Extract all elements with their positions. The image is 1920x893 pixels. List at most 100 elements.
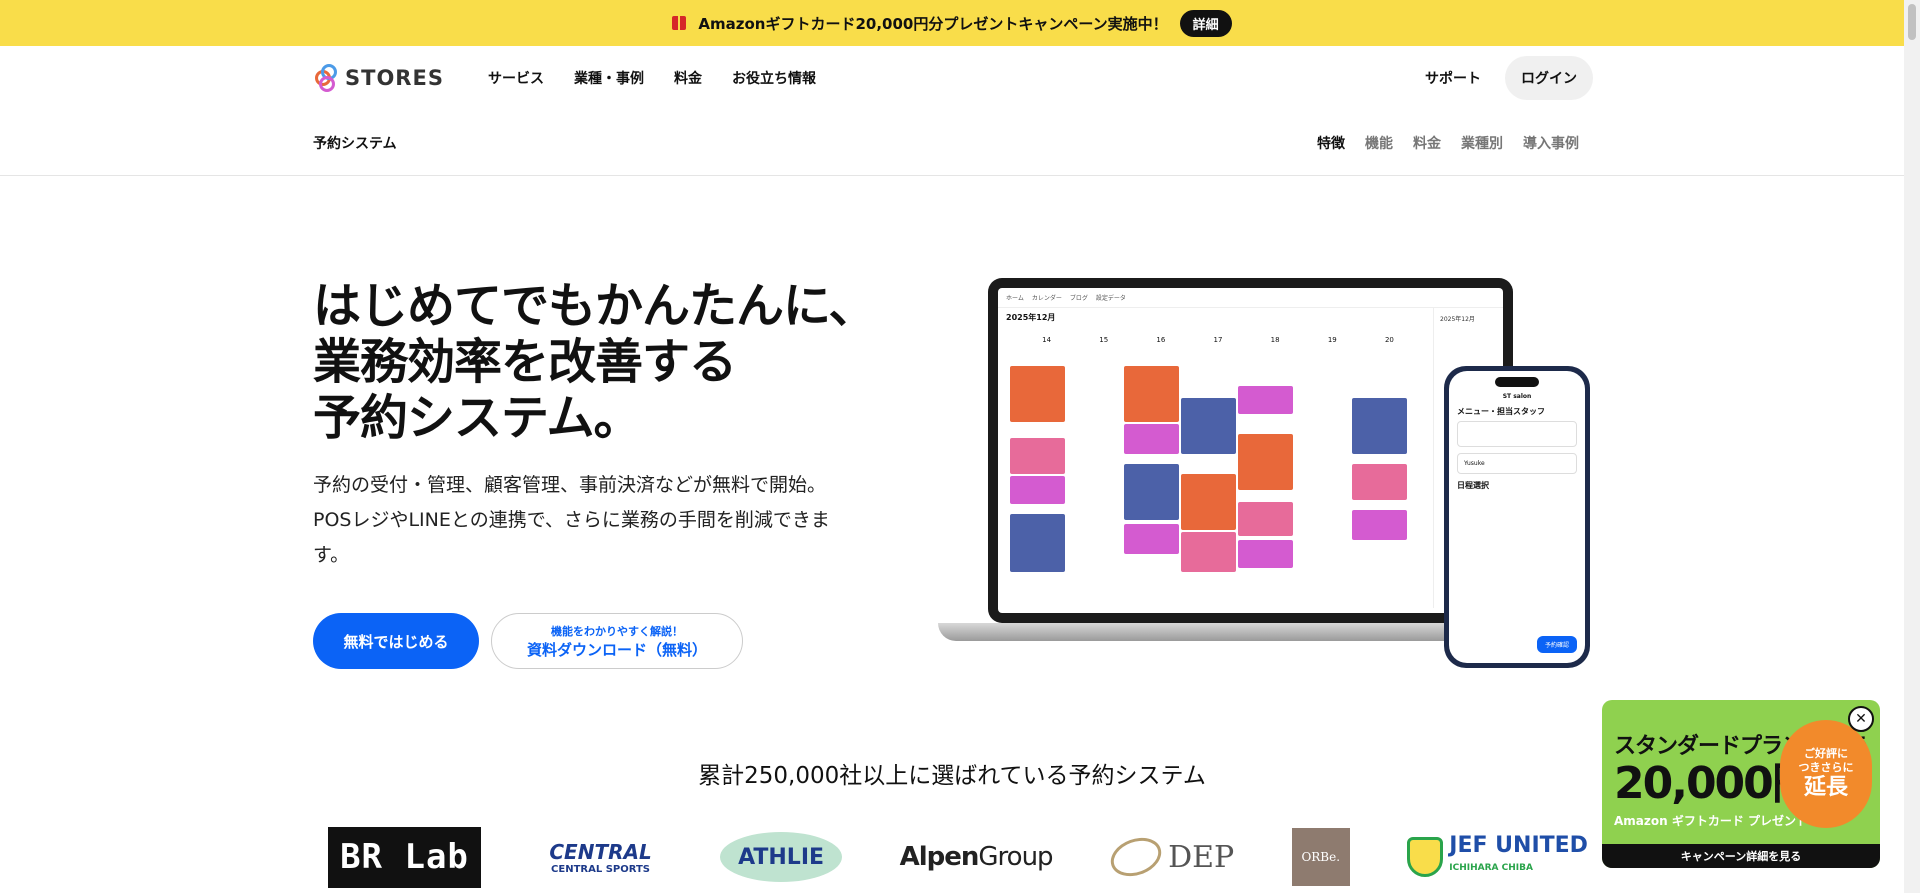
calendar-event — [1238, 540, 1293, 568]
stores-logo[interactable]: STORES — [313, 62, 488, 94]
logo-jef-text: JEF UNITED — [1449, 833, 1588, 858]
badge-top: ご好評に — [1804, 747, 1848, 760]
calendar-event — [1352, 398, 1407, 454]
dep-ring-icon — [1105, 831, 1167, 883]
laptop-mockup: ホーム カレンダー ブログ 設定データ 2025年12月 14 15 16 17… — [938, 278, 1518, 663]
app-tab: カレンダー — [1031, 295, 1062, 302]
subnav-features[interactable]: 特徴 — [1317, 133, 1345, 153]
stores-logo-icon — [313, 62, 339, 94]
campaign-details-link[interactable]: キャンペーン詳細を見る — [1602, 844, 1880, 868]
calendar-app: ホーム カレンダー ブログ 設定データ 2025年12月 14 15 16 17… — [998, 288, 1503, 613]
hero-title-line: はじめてでもかんたんに、 — [313, 278, 877, 334]
campaign-text: Amazonギフトカード20,000円分プレゼントキャンペーン実施中！ — [698, 14, 1168, 33]
calendar-event — [1352, 464, 1407, 500]
calendar-days: 14 15 16 17 18 19 20 — [1018, 336, 1418, 344]
phone-step1-title: メニュー・担当スタッフ — [1457, 407, 1545, 416]
header-divider — [0, 175, 1904, 176]
calendar-day: 18 — [1270, 336, 1280, 344]
subnav-functions[interactable]: 機能 — [1365, 133, 1393, 153]
calendar-day: 19 — [1327, 336, 1337, 344]
badge-mid: つきさらに — [1798, 761, 1854, 774]
logo-text: STORES — [345, 66, 444, 90]
calendar-day: 17 — [1213, 336, 1223, 344]
phone-screen: ST salon メニュー・担当スタッフ Yusuke 日程選択 予約確認 — [1449, 371, 1585, 663]
calendar-event — [1352, 510, 1407, 540]
download-docs-label: 資料ダウンロード（無料） — [526, 640, 707, 659]
logo-alpen-group: Alpen Group — [899, 842, 1054, 872]
login-button[interactable]: ログイン — [1505, 56, 1593, 100]
phone-mockup: ST salon メニュー・担当スタッフ Yusuke 日程選択 予約確認 — [1444, 366, 1590, 668]
campaign-detail-button[interactable]: 詳細 — [1179, 9, 1232, 37]
download-docs-button[interactable]: 機能をわかりやすく解説！ 資料ダウンロード（無料） — [491, 613, 743, 669]
nav-services[interactable]: サービス — [488, 68, 544, 88]
laptop-screen: ホーム カレンダー ブログ 設定データ 2025年12月 14 15 16 17… — [988, 278, 1513, 623]
hero-title: はじめてでもかんたんに、 業務効率を改善する 予約システム。 — [313, 278, 877, 446]
close-icon[interactable]: ✕ — [1848, 706, 1874, 732]
calendar-event — [1010, 514, 1065, 572]
phone-shop-name: ST salon — [1502, 393, 1532, 400]
nav-pricing[interactable]: 料金 — [674, 68, 702, 88]
phone-staff-card: Yusuke — [1457, 453, 1577, 474]
promo-extension-badge: ご好評に つきさらに 延長 — [1780, 720, 1872, 828]
hero-title-line: 予約システム。 — [313, 390, 642, 446]
logo-jef-united: JEF UNITED ICHIHARA CHIBA — [1407, 835, 1588, 879]
phone-step2-title: 日程選択 — [1457, 481, 1489, 490]
hero-desc-line: POSレジやLINEとの連携で、さらに業務の手間を削減できま — [313, 509, 830, 531]
header-actions: サポート ログイン — [1425, 56, 1593, 100]
calendar-event — [1181, 398, 1236, 454]
badge-extension: 延長 — [1803, 775, 1848, 800]
app-tab: ホーム — [1006, 295, 1024, 302]
logo-athlie: ATHLIE — [720, 832, 843, 882]
mini-calendar-month: 2025年12月 — [1440, 316, 1475, 323]
logo-orbe: ORBe. — [1291, 828, 1350, 886]
phone-confirm-button: 予約確認 — [1536, 636, 1577, 653]
hero-desc-line: 予約の受付・管理、顧客管理、事前決済などが無料で開始。 — [313, 474, 827, 496]
client-logos: BR Lab CENTRAL CENTRAL SPORTS ATHLIE Alp… — [328, 826, 1588, 888]
calendar-event — [1181, 532, 1236, 572]
page-scrollbar[interactable] — [1904, 0, 1920, 893]
calendar-event — [1124, 424, 1179, 454]
logo-central-main: CENTRAL — [549, 839, 652, 864]
calendar-day: 15 — [1099, 336, 1109, 344]
subnav-pricing[interactable]: 料金 — [1413, 133, 1441, 153]
product-title[interactable]: 予約システム — [313, 133, 397, 153]
gift-icon — [672, 16, 687, 30]
calendar-event — [1010, 366, 1065, 422]
logo-central-sports: CENTRAL CENTRAL SPORTS — [539, 834, 663, 880]
logo-br-lab: BR Lab — [328, 826, 481, 888]
scrollbar-thumb[interactable] — [1908, 4, 1916, 40]
main-nav: サービス 業種・事例 料金 お役立ち情報 — [488, 68, 816, 88]
logo-alpen-b: Group — [978, 842, 1053, 872]
laptop-base — [938, 623, 1518, 641]
calendar-event — [1124, 464, 1179, 520]
start-free-button[interactable]: 無料ではじめる — [313, 613, 479, 669]
subnav-links: 特徴 機能 料金 業種別 導入事例 — [1317, 133, 1579, 153]
logo-dep: DEP — [1105, 831, 1234, 883]
support-link[interactable]: サポート — [1425, 68, 1481, 88]
calendar-event — [1010, 438, 1065, 474]
calendar-month: 2025年12月 — [1006, 313, 1056, 322]
calendar-day: 16 — [1156, 336, 1166, 344]
calendar-event — [1238, 386, 1293, 414]
campaign-popup[interactable]: スタンダードプラン導入で 20,000円分 Amazon ギフトカード プレゼン… — [1602, 700, 1880, 868]
calendar-event — [1238, 434, 1293, 490]
subnav-industries[interactable]: 業種別 — [1461, 133, 1503, 153]
nav-resources[interactable]: お役立ち情報 — [732, 68, 816, 88]
hero-description: 予約の受付・管理、顧客管理、事前決済などが無料で開始。 POSレジやLINEとの… — [313, 468, 883, 573]
app-tabs: ホーム カレンダー ブログ 設定データ — [998, 288, 1503, 308]
app-tab: 設定データ — [1095, 295, 1126, 302]
site-header: STORES サービス 業種・事例 料金 お役立ち情報 サポート ログイン — [313, 46, 1593, 110]
calendar-event — [1181, 474, 1236, 530]
nav-industries[interactable]: 業種・事例 — [574, 68, 644, 88]
jef-words: JEF UNITED ICHIHARA CHIBA — [1449, 835, 1588, 879]
download-docs-caption: 機能をわかりやすく解説！ — [551, 624, 683, 638]
subnav-cases[interactable]: 導入事例 — [1523, 133, 1579, 153]
calendar-day: 14 — [1042, 336, 1052, 344]
calendar-event — [1238, 502, 1293, 536]
phone-menu-card — [1457, 421, 1577, 447]
phone-staff-name: Yusuke — [1464, 460, 1485, 467]
campaign-banner[interactable]: Amazonギフトカード20,000円分プレゼントキャンペーン実施中！ 詳細 — [0, 0, 1904, 46]
app-tab: ブログ — [1069, 295, 1088, 302]
logo-alpen-a: Alpen — [899, 842, 980, 872]
phone-notch — [1495, 377, 1539, 387]
